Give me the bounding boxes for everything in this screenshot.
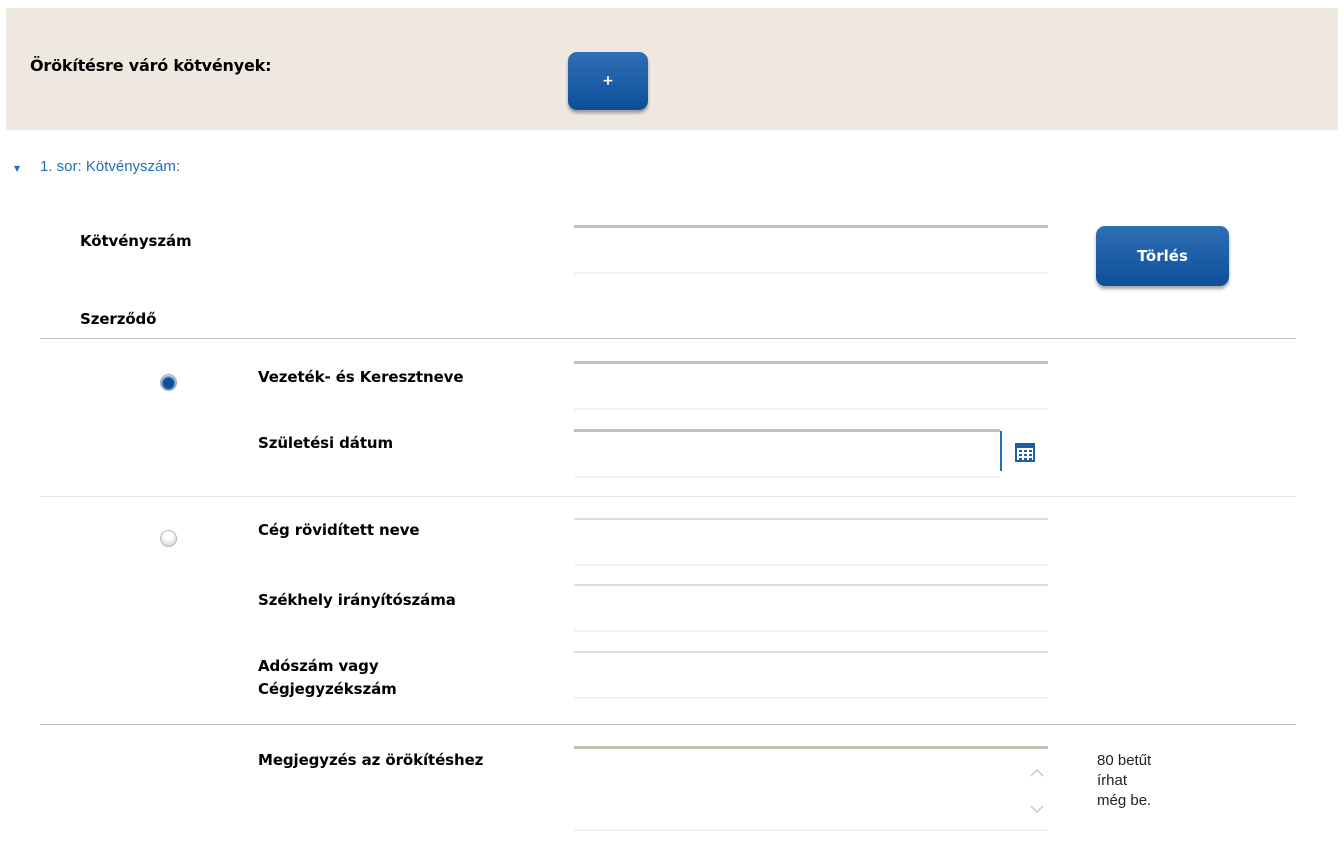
counter-line3: még be. [1097,792,1152,809]
row-link[interactable]: 1. sor: Kötvényszám: [40,158,180,175]
birth-date-input[interactable] [574,432,1000,476]
birth-date-label: Születési dátum [258,434,394,452]
collapse-caret-icon[interactable]: ▼ [14,164,20,173]
policy-number-input[interactable] [574,228,1048,272]
note-label: Megjegyzés az örökítéshez [258,751,484,769]
scroll-arrows-icon [1030,768,1044,814]
company-tax-label-line1: Adószám vagy [258,657,379,675]
person-name-field[interactable] [574,361,1048,410]
divider [40,338,1296,339]
company-radio[interactable] [160,530,177,547]
company-tax-field[interactable] [574,651,1048,699]
textarea-scroll[interactable] [1027,764,1047,820]
counter-line1: 80 betűt [1097,752,1152,769]
note-textarea[interactable] [574,746,1048,831]
policy-number-label: Kötvényszám [80,232,192,250]
person-radio[interactable] [160,374,177,391]
policy-number-field[interactable] [574,225,1048,274]
company-zip-label: Székhely irányítószáma [258,591,456,609]
person-name-input[interactable] [574,364,1048,408]
company-zip-field[interactable] [574,584,1048,632]
contract-label: Szerződő [80,310,157,328]
company-tax-label-line2: Cégjegyzékszám [258,680,397,698]
divider [40,724,1296,725]
company-tax-input[interactable] [574,653,1048,697]
divider [40,496,1296,497]
birth-date-field[interactable] [574,429,1000,478]
counter-line2: írhat [1097,772,1128,789]
company-name-input[interactable] [574,520,1048,564]
calendar-icon[interactable] [1000,431,1050,471]
char-counter: 80 betűt írhat még be. [1097,751,1217,811]
page-title: Örökítésre váró kötvények: [30,56,272,75]
company-name-label: Cég rövidített neve [258,521,420,539]
person-name-label: Vezeték- és Keresztneve [258,368,464,386]
delete-button[interactable]: Törlés [1096,226,1229,286]
add-button[interactable]: + [568,52,648,110]
company-name-field[interactable] [574,518,1048,566]
company-zip-input[interactable] [574,586,1048,630]
